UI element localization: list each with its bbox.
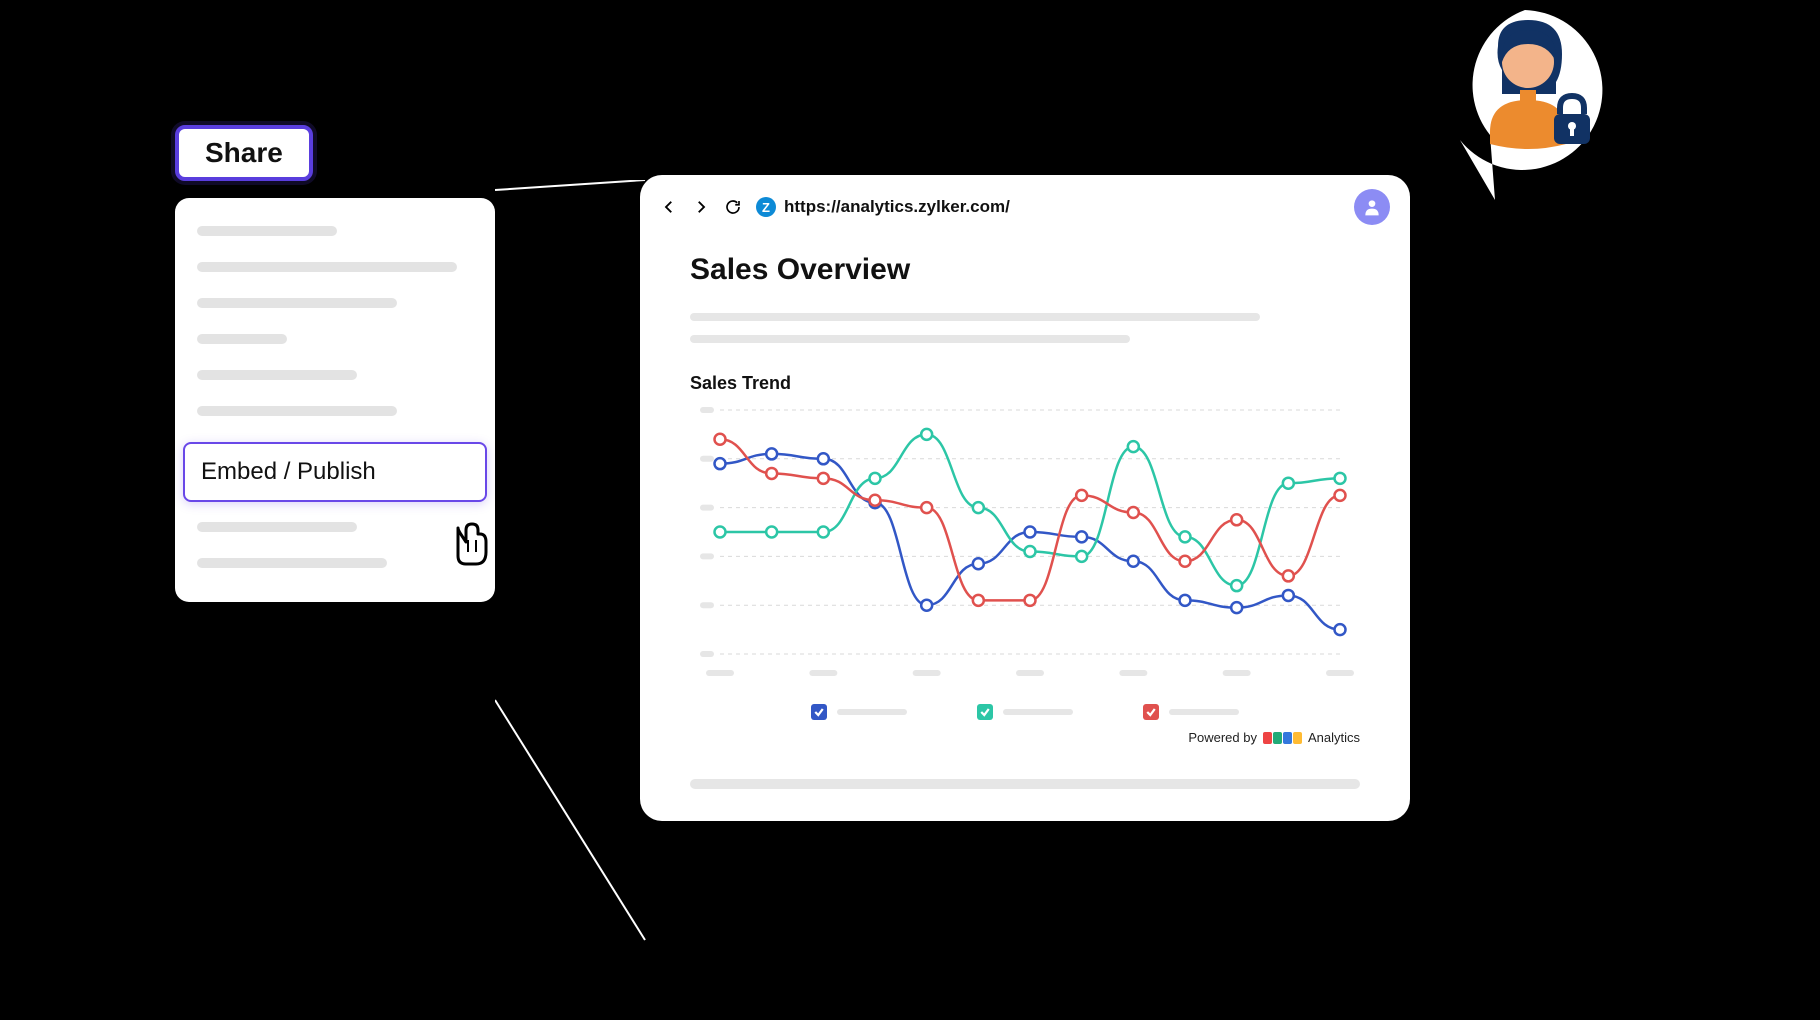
page-title: Sales Overview bbox=[690, 253, 1360, 287]
browser-window: Z https://analytics.zylker.com/ Sales Ov… bbox=[640, 175, 1410, 821]
legend-label-placeholder bbox=[1003, 709, 1073, 715]
browser-toolbar: Z https://analytics.zylker.com/ bbox=[640, 175, 1410, 235]
sales-trend-chart bbox=[700, 404, 1350, 684]
menu-placeholder bbox=[197, 334, 287, 344]
forward-icon[interactable] bbox=[692, 198, 710, 216]
legend-label-placeholder bbox=[1169, 709, 1239, 715]
page-content: Sales Overview Sales Trend Powered by bbox=[640, 235, 1410, 821]
powered-suffix: Analytics bbox=[1308, 730, 1360, 745]
address-bar[interactable]: Z https://analytics.zylker.com/ bbox=[756, 197, 1340, 217]
user-avatar-button[interactable] bbox=[1354, 189, 1390, 225]
text-placeholder bbox=[690, 313, 1260, 321]
checkbox-icon bbox=[1143, 704, 1159, 720]
powered-prefix: Powered by bbox=[1188, 730, 1257, 745]
menu-placeholder bbox=[197, 522, 357, 532]
menu-placeholder bbox=[197, 406, 397, 416]
back-icon[interactable] bbox=[660, 198, 678, 216]
menu-item-embed-publish[interactable]: Embed / Publish bbox=[183, 442, 487, 502]
legend-item-green[interactable] bbox=[977, 704, 1073, 720]
powered-by: Powered by Analytics bbox=[690, 730, 1360, 745]
footer-placeholder bbox=[690, 779, 1360, 789]
favicon-icon: Z bbox=[756, 197, 776, 217]
text-placeholder bbox=[690, 335, 1130, 343]
menu-placeholder bbox=[197, 226, 337, 236]
user-lock-callout bbox=[1430, 0, 1630, 210]
chart-legend bbox=[690, 704, 1360, 720]
url-text: https://analytics.zylker.com/ bbox=[784, 197, 1010, 217]
menu-placeholder bbox=[197, 558, 387, 568]
chart-title: Sales Trend bbox=[690, 373, 1360, 394]
share-button[interactable]: Share bbox=[175, 125, 313, 181]
menu-placeholder bbox=[197, 298, 397, 308]
share-menu: Embed / Publish bbox=[175, 198, 495, 602]
legend-item-red[interactable] bbox=[1143, 704, 1239, 720]
legend-label-placeholder bbox=[837, 709, 907, 715]
reload-icon[interactable] bbox=[724, 198, 742, 216]
menu-placeholder bbox=[197, 370, 357, 380]
connector-lines bbox=[495, 180, 655, 950]
menu-placeholder bbox=[197, 262, 457, 272]
zoho-logo-icon bbox=[1263, 732, 1302, 744]
checkbox-icon bbox=[811, 704, 827, 720]
checkbox-icon bbox=[977, 704, 993, 720]
legend-item-blue[interactable] bbox=[811, 704, 907, 720]
